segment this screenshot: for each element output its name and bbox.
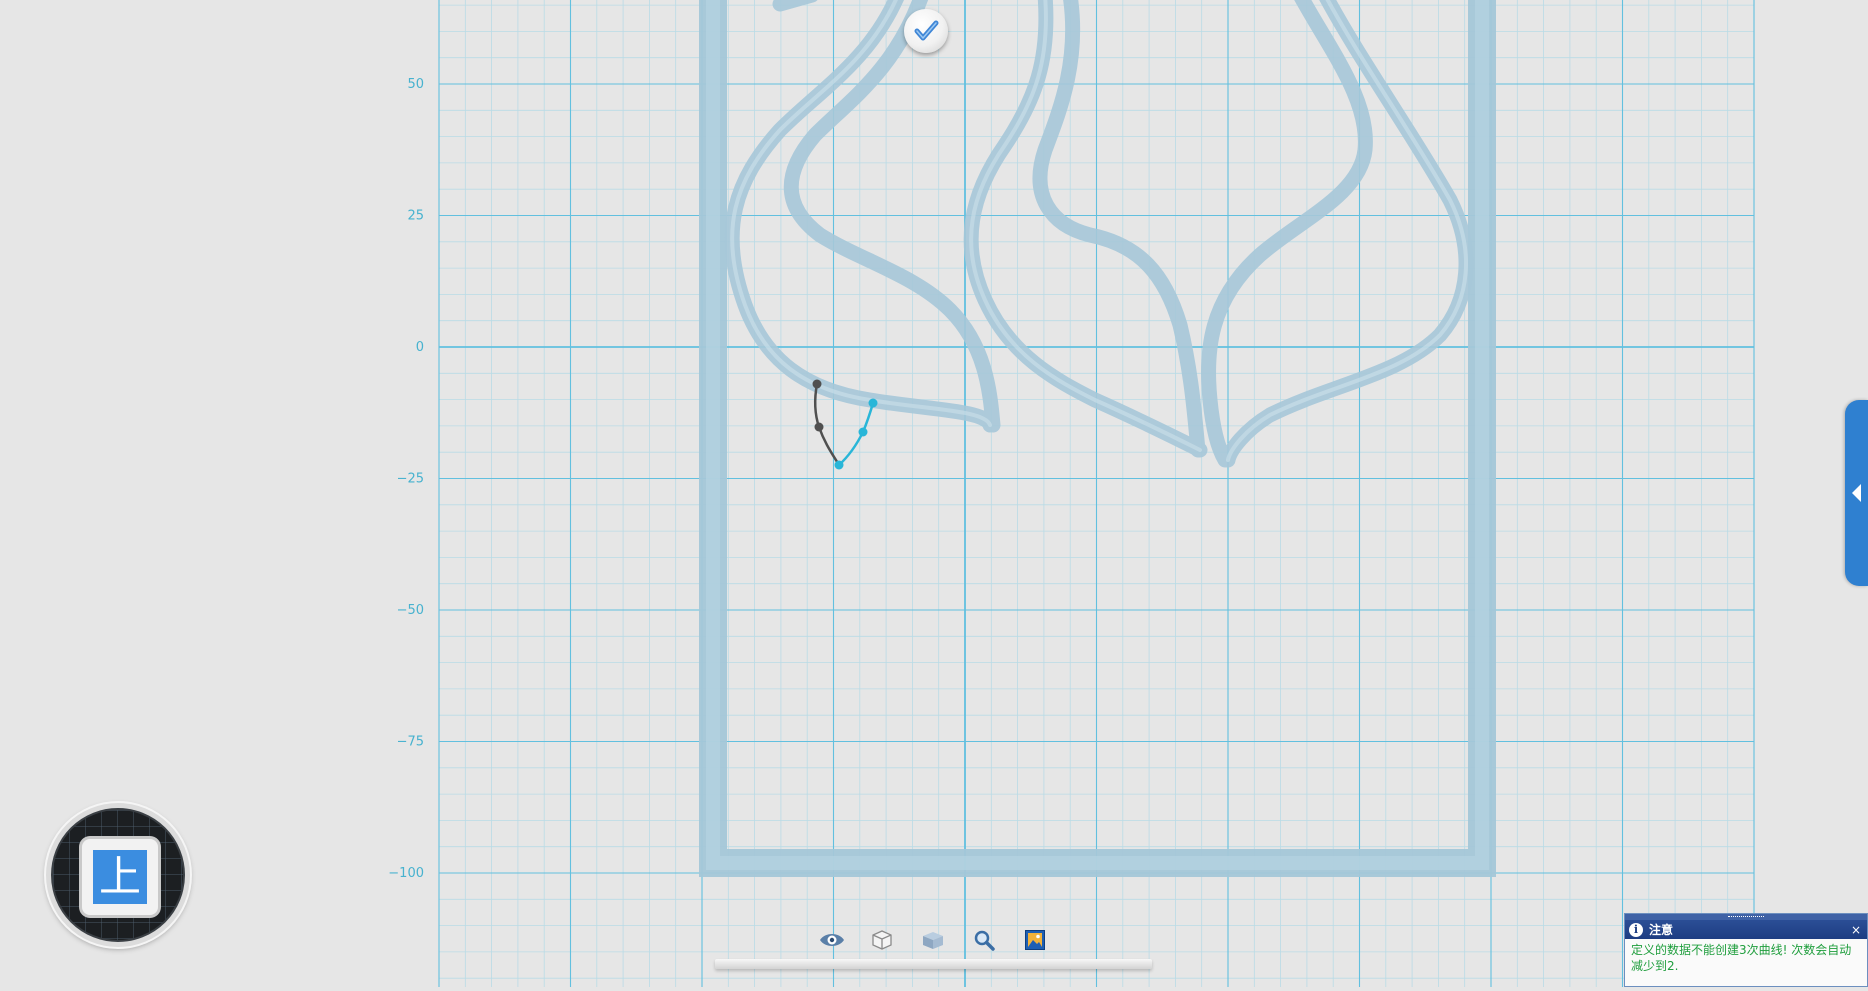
y-axis-label: −75: [397, 735, 424, 750]
magnifier-icon: [974, 930, 995, 951]
cube-outline-icon: [872, 930, 892, 950]
solid-button[interactable]: [919, 928, 947, 952]
view-cube[interactable]: 上: [46, 803, 190, 947]
fit-view-button[interactable]: [1021, 928, 1049, 952]
notice-line-2: 减少到2.: [1631, 959, 1679, 973]
eye-icon: [820, 934, 844, 946]
control-point[interactable]: [858, 427, 868, 437]
confirm-button[interactable]: [904, 9, 948, 53]
checkmark-icon: [914, 20, 939, 41]
y-axis-label: −50: [397, 603, 424, 618]
y-axis-label: 25: [407, 209, 424, 224]
notice-header: i 注意 ×: [1625, 920, 1867, 939]
side-panel-toggle[interactable]: [1845, 400, 1868, 586]
view-toggle-button[interactable]: [818, 928, 846, 952]
toolbar-shelf: [715, 959, 1152, 969]
y-axis-label: 0: [416, 340, 424, 355]
close-icon[interactable]: ×: [1849, 923, 1863, 937]
notice-message: 定义的数据不能创建3次曲线! 次数会自动 减少到2.: [1625, 939, 1867, 977]
y-axis-label: −25: [397, 472, 424, 487]
picture-icon: [1025, 930, 1045, 950]
3d-viewport[interactable]: 50 25 0 −25 −50 −75 −100: [0, 0, 1868, 987]
control-point[interactable]: [868, 398, 878, 408]
y-axis-label: −100: [388, 866, 424, 881]
y-axis-label: 50: [407, 77, 424, 92]
notice-popup: i 注意 × 定义的数据不能创建3次曲线! 次数会自动 减少到2.: [1624, 913, 1868, 987]
view-cube-face-label: 上: [98, 852, 141, 901]
notice-title: 注意: [1649, 923, 1674, 937]
model-petals: [724, 0, 1474, 468]
bottom-toolbar: [715, 917, 1152, 975]
control-point[interactable]: [812, 379, 822, 389]
arrow-left-icon: [1851, 484, 1861, 502]
notice-line-1: 定义的数据不能创建3次曲线! 次数会自动: [1631, 943, 1852, 957]
control-point[interactable]: [834, 460, 844, 470]
y-axis-labels: 50 25 0 −25 −50 −75 −100: [388, 77, 424, 881]
view-cube-top-face[interactable]: 上: [82, 839, 158, 915]
cube-solid-icon: [923, 932, 943, 949]
grid: [438, 0, 1755, 987]
view-cube-grid: 上: [51, 808, 185, 942]
sketch-canvas[interactable]: 50 25 0 −25 −50 −75 −100: [0, 0, 1868, 987]
info-icon: i: [1629, 922, 1643, 937]
wireframe-button[interactable]: [868, 928, 896, 952]
zoom-button[interactable]: [970, 928, 998, 952]
control-point[interactable]: [814, 422, 824, 432]
